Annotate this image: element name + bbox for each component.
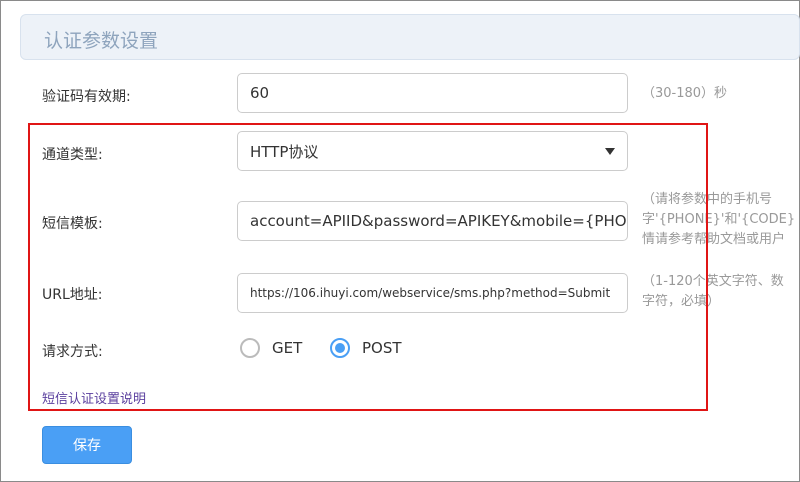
validity-input[interactable]: 60 [237, 73, 628, 113]
help-link[interactable]: 短信认证设置说明 [42, 388, 146, 407]
channel-value: HTTP协议 [250, 142, 319, 161]
caret-down-icon [605, 148, 615, 155]
url-input[interactable]: https://106.ihuyi.com/webservice/sms.php… [237, 273, 628, 313]
save-button[interactable]: 保存 [42, 426, 132, 464]
template-hint: （请将参数中的手机号 字'{PHONE}'和'{CODE} 情请参考帮助文档或用… [642, 190, 795, 250]
radio-get-label[interactable]: GET [272, 339, 302, 357]
template-label: 短信模板: [42, 216, 103, 232]
radio-get[interactable] [240, 338, 260, 358]
radio-post[interactable] [330, 338, 350, 358]
method-label: 请求方式: [42, 344, 103, 360]
url-label: URL地址: [42, 287, 103, 303]
template-hint-line: 字'{PHONE}'和'{CODE} [642, 212, 796, 227]
channel-select[interactable]: HTTP协议 [237, 131, 628, 171]
template-hint-line: （请将参数中的手机号 [642, 192, 773, 207]
template-hint-line: 情请参考帮助文档或用户 [642, 232, 786, 247]
radio-post-label[interactable]: POST [362, 339, 402, 357]
validity-label: 验证码有效期: [42, 89, 131, 105]
url-hint-line: 字符，必填） [642, 294, 721, 309]
section-title: 认证参数设置 [44, 30, 159, 52]
section-header: 认证参数设置 [20, 14, 800, 60]
channel-label: 通道类型: [42, 147, 103, 163]
url-hint-line: （1-120个英文字符、数 [642, 274, 784, 289]
url-hint: （1-120个英文字符、数 字符，必填） [642, 272, 784, 312]
validity-hint: （30-180）秒 [642, 86, 728, 101]
template-input[interactable]: account=APIID&password=APIKEY&mobile={PH… [237, 201, 628, 241]
